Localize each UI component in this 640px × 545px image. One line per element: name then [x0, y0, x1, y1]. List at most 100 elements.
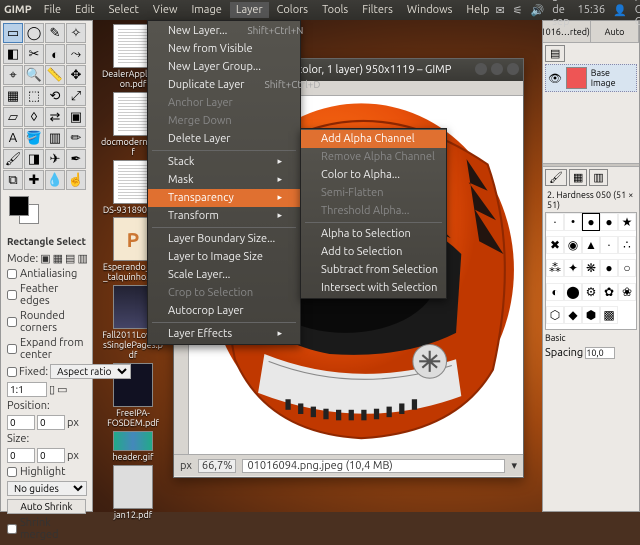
rounded-checkbox[interactable] [7, 317, 17, 327]
move-tool[interactable]: ✥ [66, 65, 86, 85]
pos-x-input[interactable] [7, 415, 35, 430]
ratio-input[interactable] [7, 382, 47, 397]
free-select-tool[interactable]: ✎ [45, 23, 65, 43]
unit-select[interactable]: px [180, 460, 192, 472]
mode-add-icon[interactable]: ▦ [53, 252, 63, 265]
paths-tool[interactable]: ⤳ [66, 44, 86, 64]
airbrush-tool[interactable]: ✈ [45, 149, 65, 169]
shrinkmerged-checkbox[interactable] [7, 524, 17, 534]
menu-layer[interactable]: Layer [230, 2, 269, 18]
brush-item[interactable]: ✿ [600, 283, 618, 301]
pencil-tool[interactable]: ✏ [66, 128, 86, 148]
brush-item[interactable]: ✦ [564, 259, 582, 277]
mode-replace-icon[interactable]: ▣ [40, 252, 50, 265]
layer-name[interactable]: Base Image [591, 68, 634, 88]
brush-item[interactable]: ▩ [600, 306, 618, 324]
align-tool[interactable]: ▦ [3, 86, 23, 106]
brush-item[interactable]: ● [582, 213, 600, 231]
maximize-button[interactable] [491, 63, 503, 75]
cancel-icon[interactable]: ▾ [511, 459, 517, 472]
foreground-select-tool[interactable]: ◐ [45, 44, 65, 64]
mail-icon[interactable]: ✉ [495, 4, 504, 17]
brush-item[interactable]: ❋ [582, 259, 600, 277]
color-picker-tool[interactable]: ⌖ [3, 65, 23, 85]
zoom-tool[interactable]: 🔍 [24, 65, 44, 85]
fixed-checkbox[interactable] [7, 367, 17, 377]
brush-category[interactable]: Basic [545, 333, 637, 343]
color-swatches[interactable] [5, 196, 88, 228]
eraser-tool[interactable]: ◨ [24, 149, 44, 169]
menu-help[interactable]: Help [460, 2, 495, 18]
portrait-icon[interactable]: ▯ [49, 383, 55, 396]
menu-view[interactable]: View [147, 2, 184, 18]
menu-item[interactable]: Transform▸ [148, 207, 300, 225]
menu-filters[interactable]: Filters [356, 2, 399, 18]
layer-row[interactable]: 👁 Base Image [545, 64, 637, 92]
expand-checkbox[interactable] [7, 344, 17, 354]
menu-item[interactable]: Duplicate LayerShift+Ctrl+D [148, 76, 300, 94]
brush-item[interactable]: ▲ [582, 236, 600, 254]
heal-tool[interactable]: ✚ [24, 170, 44, 190]
desktop-file[interactable]: jan12.pdf [101, 465, 165, 521]
fg-color[interactable] [9, 196, 29, 216]
brush-item[interactable]: ⬡ [546, 306, 564, 324]
menu-item[interactable]: Autocrop Layer [148, 302, 300, 320]
brush-item[interactable]: ◉ [564, 236, 582, 254]
brush-item[interactable]: ○ [618, 259, 636, 277]
menu-edit[interactable]: Edit [69, 2, 101, 18]
bucket-fill-tool[interactable]: 🪣 [24, 128, 44, 148]
visibility-icon[interactable]: 👁 [548, 72, 562, 85]
brush-item[interactable]: ∴ [618, 236, 636, 254]
brush-item[interactable]: ◆ [564, 306, 582, 324]
menu-select[interactable]: Select [103, 2, 145, 18]
user-name[interactable]: Manuel Cabrera Caballero [635, 0, 640, 28]
ink-tool[interactable]: ✒ [66, 149, 86, 169]
brush-item[interactable]: ⚙ [582, 283, 600, 301]
clock-date[interactable]: 5 de sep [552, 0, 569, 28]
menu-windows[interactable]: Windows [401, 2, 459, 18]
gradients-tab-icon[interactable]: ▥ [589, 169, 607, 186]
pos-y-input[interactable] [37, 415, 65, 430]
brush-item[interactable]: · [546, 213, 564, 231]
user-icon[interactable]: 👤 [613, 4, 627, 17]
spacing-input[interactable] [585, 347, 615, 359]
brush-item[interactable]: • [564, 213, 582, 231]
size-h-input[interactable] [37, 448, 65, 463]
menu-item[interactable]: Stack▸ [148, 153, 300, 171]
menu-item[interactable]: Intersect with Selection [301, 279, 446, 297]
blur-tool[interactable]: 💧 [45, 170, 65, 190]
layers-tab-icon[interactable]: ▤ [545, 45, 565, 62]
menu-item[interactable]: Add to Selection [301, 243, 446, 261]
mode-sub-icon[interactable]: ▤ [65, 252, 75, 265]
brush-item[interactable]: ⬢ [582, 306, 600, 324]
scale-tool[interactable]: ⤢ [66, 86, 86, 106]
clone-tool[interactable]: ⧉ [3, 170, 23, 190]
measure-tool[interactable]: 📏 [45, 65, 65, 85]
menu-item[interactable]: Mask▸ [148, 171, 300, 189]
layer-thumbnail[interactable] [566, 67, 587, 89]
zoom-level[interactable]: 66,7% [198, 459, 237, 473]
brush-item[interactable]: ⬤ [564, 283, 582, 301]
landscape-icon[interactable]: ▭ [57, 383, 67, 396]
smudge-tool[interactable]: ☝ [66, 170, 86, 190]
highlight-checkbox[interactable] [7, 467, 17, 477]
close-button[interactable] [507, 63, 519, 75]
menu-tools[interactable]: Tools [316, 2, 354, 18]
blend-tool[interactable]: ▥ [45, 128, 65, 148]
brush-item[interactable]: ✖ [546, 236, 564, 254]
perspective-tool[interactable]: ◊ [24, 107, 44, 127]
network-icon[interactable]: ⚟ [513, 4, 523, 17]
menu-item[interactable]: Scale Layer... [148, 266, 300, 284]
brush-item[interactable]: ● [600, 259, 618, 277]
menu-item[interactable]: Layer Effects▸ [148, 325, 300, 343]
brush-item[interactable]: ❀ [618, 283, 636, 301]
menu-item[interactable]: Delete Layer [148, 130, 300, 148]
size-w-input[interactable] [7, 448, 35, 463]
minimize-button[interactable] [475, 63, 487, 75]
menu-item[interactable]: Add Alpha Channel [301, 130, 446, 148]
text-tool[interactable]: A [3, 128, 23, 148]
menu-file[interactable]: File [38, 2, 67, 18]
flip-tool[interactable]: ⇄ [45, 107, 65, 127]
fuzzy-select-tool[interactable]: ✧ [66, 23, 86, 43]
brushes-tab-icon[interactable]: 🖌 [545, 169, 567, 186]
